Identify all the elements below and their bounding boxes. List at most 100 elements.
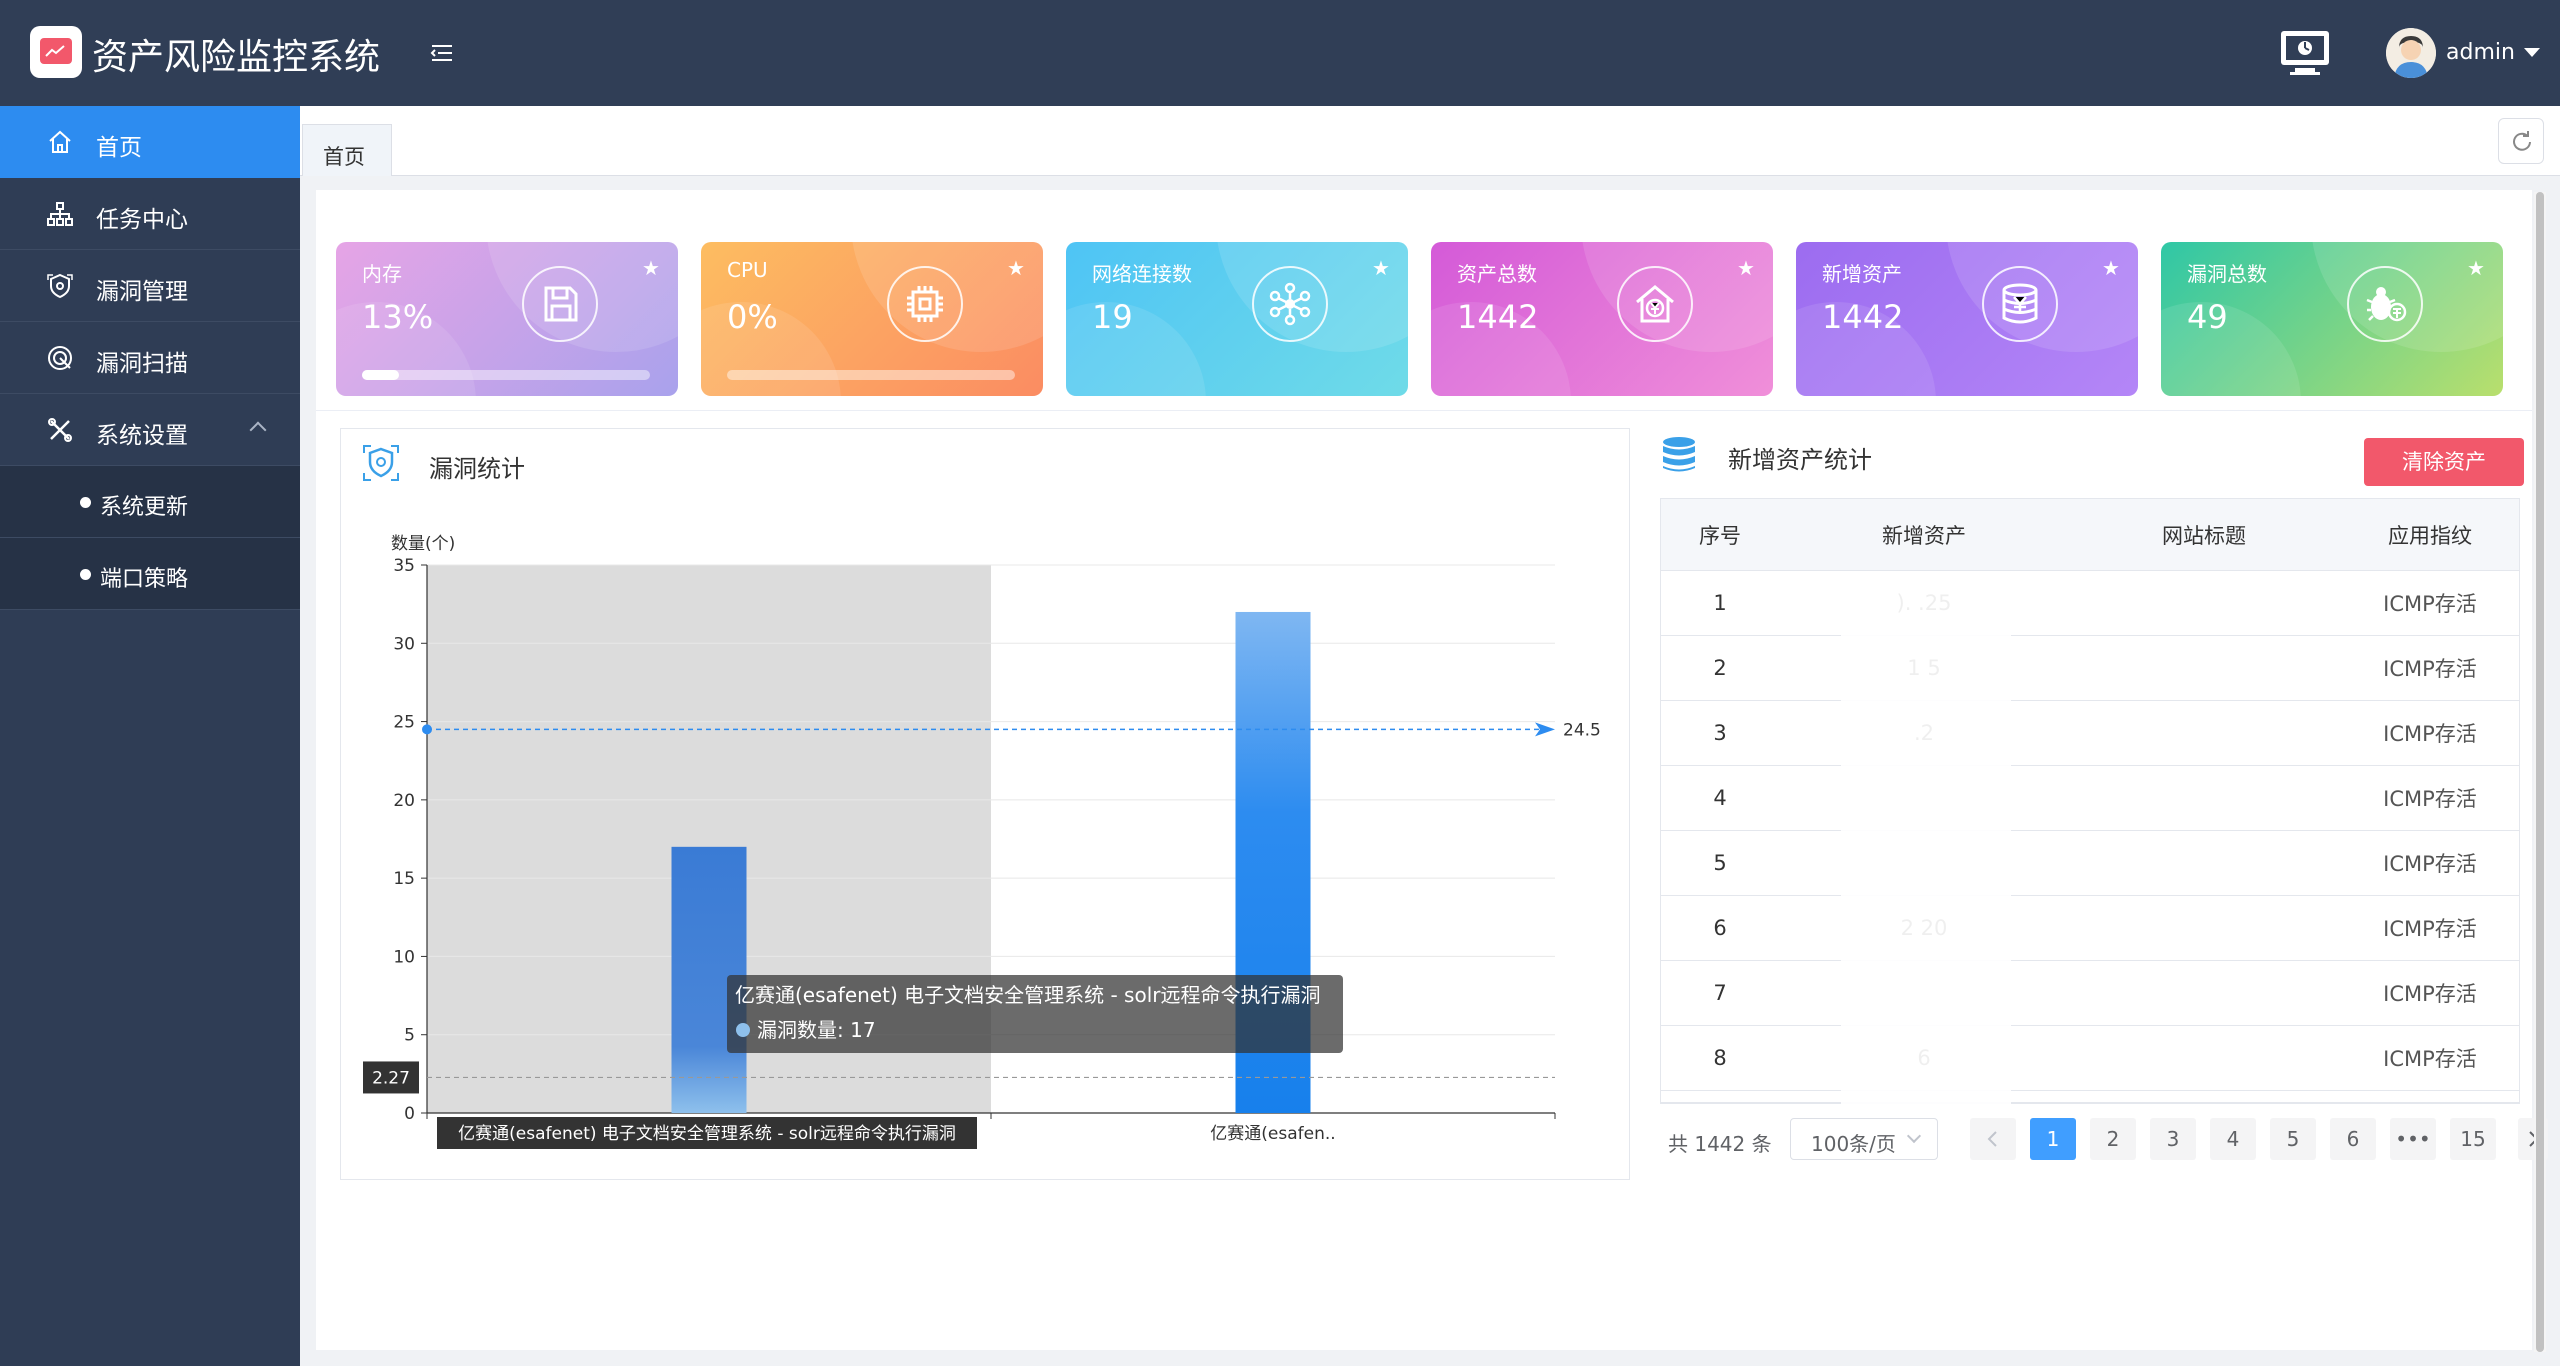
- table-cell: [2069, 766, 2339, 830]
- table-cell: [2069, 896, 2339, 960]
- pagination: 共 1442 条 100条/页 1 2 3 4 5 6 ••• 15: [1660, 1116, 2560, 1166]
- page-button[interactable]: 3: [2150, 1118, 2196, 1160]
- sidebar-subitem-port-policy[interactable]: 端口策略: [0, 538, 300, 610]
- table-row[interactable]: 86 ICMP存活: [1661, 1026, 2519, 1091]
- card-label: 内存: [362, 262, 402, 286]
- cpu-progress-bar: [727, 370, 1015, 380]
- sidebar: 首页 任务中心 漏洞管理 漏洞扫描 系统设置 系统更新 端口策略: [0, 106, 300, 1366]
- card-value: 49: [2187, 298, 2228, 336]
- bullet-icon: [80, 497, 91, 508]
- sidebar-item-tasks[interactable]: 任务中心: [0, 178, 300, 250]
- refresh-icon: [2513, 131, 2531, 151]
- column-header[interactable]: 应用指纹: [2339, 499, 2521, 570]
- tab-home[interactable]: 首页: [302, 124, 392, 176]
- chevron-down-icon: [1906, 1128, 1922, 1144]
- y-tick-label: 10: [393, 947, 415, 967]
- star-icon: ★: [2467, 256, 2485, 280]
- page-button[interactable]: 5: [2270, 1118, 2316, 1160]
- new-assets-panel: 新增资产统计 清除资产 序号 新增资产 网站标题 应用指纹 1). .25ICM…: [1660, 426, 2548, 1186]
- chevron-up-icon: [249, 421, 267, 439]
- card-value: 1442: [1822, 298, 1904, 336]
- app-title: 资产风险监控系统: [92, 37, 381, 78]
- table-row[interactable]: 1). .25ICMP存活: [1661, 571, 2519, 636]
- radar-scan-icon: [46, 344, 74, 372]
- table-row[interactable]: 7 ICMP存活: [1661, 961, 2519, 1026]
- table-cell: [2069, 571, 2339, 635]
- table-row-partial: [1661, 1091, 2519, 1103]
- coin-stack-icon: [1982, 266, 2058, 342]
- section-divider: [316, 410, 2532, 411]
- table-cell: ICMP存活: [2383, 982, 2477, 1006]
- sidebar-item-home[interactable]: 首页: [0, 106, 300, 178]
- home-icon: [46, 128, 74, 156]
- card-value: 0%: [727, 298, 778, 336]
- panel-title: 新增资产统计: [1728, 446, 1872, 474]
- sidebar-item-system-settings[interactable]: 系统设置: [0, 394, 300, 466]
- menu-collapse-icon[interactable]: [426, 38, 456, 68]
- column-header[interactable]: 网站标题: [2069, 499, 2339, 570]
- user-avatar[interactable]: [2386, 28, 2436, 78]
- page-button[interactable]: 4: [2210, 1118, 2256, 1160]
- y-tick-label: 20: [393, 791, 415, 811]
- clear-assets-button[interactable]: 清除资产: [2364, 438, 2524, 486]
- sidebar-item-vuln-scan[interactable]: 漏洞扫描: [0, 322, 300, 394]
- stat-card-cpu: CPU 0% ★: [701, 242, 1043, 396]
- table-row[interactable]: 3 .2ICMP存活: [1661, 701, 2519, 766]
- more-pages-button[interactable]: •••: [2390, 1118, 2436, 1160]
- x-tick-label: 亿赛通(esafen..: [1210, 1123, 1335, 1144]
- card-label: 资产总数: [1457, 262, 1537, 286]
- page-size-select[interactable]: 100条/页: [1790, 1118, 1938, 1160]
- sidebar-item-label: 漏洞管理: [96, 279, 188, 305]
- table-cell: ICMP存活: [2383, 917, 2477, 941]
- page-button[interactable]: 2: [2090, 1118, 2136, 1160]
- table-row[interactable]: 62 20ICMP存活: [1661, 896, 2519, 961]
- refresh-button[interactable]: [2498, 118, 2544, 164]
- table-cell: ICMP存活: [2383, 852, 2477, 876]
- column-header[interactable]: 新增资产: [1779, 499, 2069, 570]
- tab-bar: 首页: [300, 106, 2560, 176]
- tab-label: 首页: [323, 145, 365, 169]
- column-header[interactable]: 序号: [1661, 499, 1779, 570]
- table-cell: 1: [1713, 591, 1727, 615]
- stat-card-new-assets: 新增资产 1442 ★: [1796, 242, 2138, 396]
- table-cell: 3: [1713, 721, 1727, 745]
- prev-page-button[interactable]: [1970, 1118, 2016, 1160]
- table-cell: ICMP存活: [2383, 592, 2477, 616]
- table-cell: [2069, 701, 2339, 765]
- user-name[interactable]: admin: [2446, 40, 2515, 65]
- chevron-left-icon: [1987, 1131, 1997, 1147]
- sidebar-subitem-system-update[interactable]: 系统更新: [0, 466, 300, 538]
- save-icon: [522, 266, 598, 342]
- bug-icon: [2347, 266, 2423, 342]
- page-button[interactable]: 6: [2330, 1118, 2376, 1160]
- house-yen-icon: [1617, 266, 1693, 342]
- table-cell: ICMP存活: [2383, 1047, 2477, 1071]
- sidebar-item-vuln-management[interactable]: 漏洞管理: [0, 250, 300, 322]
- table-cell: 5: [1713, 851, 1727, 875]
- table-cell: 2: [1713, 656, 1727, 680]
- tooltip-series-marker: [736, 1023, 750, 1037]
- table-row[interactable]: 21 5ICMP存活: [1661, 636, 2519, 701]
- table-cell: 4: [1713, 786, 1727, 810]
- sidebar-item-label: 首页: [96, 135, 142, 161]
- caret-down-icon[interactable]: [2524, 48, 2540, 57]
- new-assets-table: 序号 新增资产 网站标题 应用指纹 1). .25ICMP存活21 5ICMP存…: [1660, 498, 2521, 1119]
- page-button[interactable]: 1: [2030, 1118, 2076, 1160]
- sidebar-item-label: 任务中心: [96, 207, 188, 233]
- cpu-chip-icon: [887, 266, 963, 342]
- monitor-icon[interactable]: [2278, 28, 2332, 78]
- table-row[interactable]: 5 ICMP存活: [1661, 831, 2519, 896]
- table-cell: ICMP存活: [2383, 722, 2477, 746]
- scrollbar-thumb[interactable]: [2536, 192, 2544, 1352]
- page-button[interactable]: 15: [2450, 1118, 2496, 1160]
- stat-card-total-vulns: 漏洞总数 49 ★: [2161, 242, 2503, 396]
- network-nodes-icon: [1252, 266, 1328, 342]
- card-value: 1442: [1457, 298, 1539, 336]
- tooltip-title: 亿赛通(esafenet) 电子文档安全管理系统 - solr远程命令执行漏洞: [735, 983, 1320, 1007]
- stat-card-network: 网络连接数 19 ★: [1066, 242, 1408, 396]
- vertical-scrollbar[interactable]: [2534, 192, 2546, 1352]
- vuln-bar-chart[interactable]: 数量(个) 0 5 10 15 20 25 30 35 24.5 2.27 亿赛通(esafenet)…: [341, 429, 1631, 1181]
- org-tree-icon: [46, 200, 74, 228]
- table-row[interactable]: 4 ICMP存活: [1661, 766, 2519, 831]
- star-icon: ★: [1737, 256, 1755, 280]
